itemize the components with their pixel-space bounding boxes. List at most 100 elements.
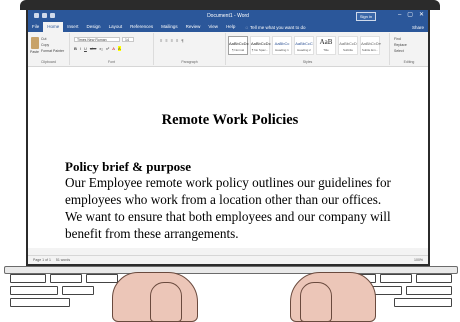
editing-group-label: Editing [403,60,415,64]
right-thumb [300,282,332,322]
keyboard-key [10,274,46,283]
word-count: 51 words [55,258,71,262]
share-button[interactable]: Share [412,25,424,30]
document-title: Remote Work Policies [161,112,299,128]
ribbon: Paste Cut Copy Format Painter Clipboard … [28,32,428,67]
font-size-select[interactable]: 14 [122,37,134,42]
style-sample: AaBbCcD [339,41,357,46]
minimize-icon[interactable]: – [398,12,401,19]
clipboard-group: Paste Cut Copy Format Painter Clipboard [28,33,70,65]
document-area[interactable]: Remote Work Policies Policy brief & purp… [28,67,428,248]
style-normal[interactable]: AaBbCcDc ¶ Normal [228,36,249,55]
font-group-label: Font [107,60,115,64]
keyboard-key [406,286,452,295]
align-center-button[interactable]: ≡ [165,38,167,43]
tab-references[interactable]: References [126,22,157,32]
keyboard-key [62,286,94,295]
paragraph-buttons: ≡ ≡ ≡ ≡ ¶ [160,38,184,43]
style-sample: AaBbCcDc [251,41,271,46]
tab-layout[interactable]: Layout [105,22,127,32]
strikethrough-button[interactable]: abc [90,46,96,51]
page-count: Page 1 of 1 [33,258,51,262]
select-button[interactable]: Select [394,49,404,53]
superscript-button[interactable]: x² [106,46,109,51]
keyboard-key [416,274,452,283]
maximize-icon[interactable]: ▢ [407,12,413,19]
tab-home[interactable]: Home [43,22,64,32]
font-family-select[interactable]: Times New Roman [74,37,120,42]
show-marks-button[interactable]: ¶ [181,38,183,43]
zoom-level[interactable]: 100% [414,258,423,262]
laptop-base [0,266,460,322]
ribbon-tabs: File Home Insert Design Layout Reference… [28,22,428,32]
font-color-button[interactable]: A [112,46,115,51]
tab-view[interactable]: View [204,22,222,32]
styles-group-label: Styles [302,60,313,64]
style-name: ¶ Normal [231,48,245,52]
styles-group: AaBbCcDc ¶ Normal AaBbCcDc ¶ No Spac... … [226,33,390,65]
style-name: Subtitle [342,48,353,52]
style-sample: AaBbCcC [295,41,313,46]
close-icon[interactable]: ✕ [419,12,424,19]
style-name: ¶ No Spac... [251,48,269,52]
editing-group: Find Replace Select Editing [390,33,428,65]
find-button[interactable]: Find [394,37,401,41]
cut-button[interactable]: Cut [41,37,46,41]
replace-button[interactable]: Replace [394,43,407,47]
style-name: Subtle Em... [361,48,379,52]
document-body: Our Employee remote work policy outlines… [65,175,391,241]
lightbulb-icon: ◌ [245,24,249,30]
tab-design[interactable]: Design [83,22,105,32]
laptop-hinge [4,266,458,274]
style-heading-2[interactable]: AaBbCcC Heading 2 [294,36,314,55]
tab-help[interactable]: Help [222,22,239,32]
style-title[interactable]: AaB Title [316,36,336,55]
clipboard-group-label: Clipboard [41,60,56,64]
status-bar: Page 1 of 1 51 words 100% [28,255,428,264]
style-sample: AaBbCcDc [229,41,249,46]
font-format-buttons: B I U abc x₂ x² A A [74,46,121,51]
style-subtle-emphasis[interactable]: AaBbCcDe Subtle Em... [360,36,381,55]
keyboard [10,274,452,320]
share-area: Share [412,25,424,30]
paragraph-group: ≡ ≡ ≡ ≡ ¶ Paragraph [154,33,226,65]
highlight-button[interactable]: A [117,46,121,51]
tab-file[interactable]: File [28,22,43,32]
keyboard-key [50,274,82,283]
keyboard-key [10,298,70,307]
subscript-button[interactable]: x₂ [99,46,103,51]
style-no-spacing[interactable]: AaBbCcDc ¶ No Spac... [250,36,271,55]
paste-button[interactable]: Paste [30,50,39,54]
align-right-button[interactable]: ≡ [171,38,173,43]
keyboard-key [394,298,452,307]
underline-button[interactable]: U [84,46,87,51]
align-left-button[interactable]: ≡ [160,38,162,43]
tab-review[interactable]: Review [182,22,205,32]
document-page[interactable]: Remote Work Policies Policy brief & purp… [62,67,398,248]
style-sample: AaBbCcDe [361,41,381,46]
laptop: Document1 - Word Sign in – ▢ ✕ File Home… [0,0,460,322]
paragraph-group-label: Paragraph [181,60,198,64]
keyboard-key [86,274,118,283]
tell-me-box[interactable]: ◌ Tell me what you want to do [245,25,305,30]
style-name: Title [323,48,329,52]
font-group: Times New Roman 14 B I U abc x₂ x² A A F… [70,33,154,65]
italic-button[interactable]: I [80,46,81,51]
style-sample: AaBbCc [274,41,290,46]
sign-in-button[interactable]: Sign in [356,12,376,21]
bold-button[interactable]: B [74,46,77,51]
tab-insert[interactable]: Insert [63,22,82,32]
format-painter-button[interactable]: Format Painter [41,49,64,53]
left-thumb [150,282,182,322]
tab-mailings[interactable]: Mailings [157,22,182,32]
justify-button[interactable]: ≡ [176,38,178,43]
paste-icon[interactable] [31,37,39,49]
status-left: Page 1 of 1 51 words [33,258,70,262]
style-subtitle[interactable]: AaBbCcD Subtitle [338,36,358,55]
style-name: Heading 2 [297,48,311,52]
tell-me-label: Tell me what you want to do [250,24,306,30]
keyboard-key [10,286,58,295]
style-name: Heading 1 [275,48,289,52]
style-heading-1[interactable]: AaBbCc Heading 1 [272,36,292,55]
copy-button[interactable]: Copy [41,43,49,47]
